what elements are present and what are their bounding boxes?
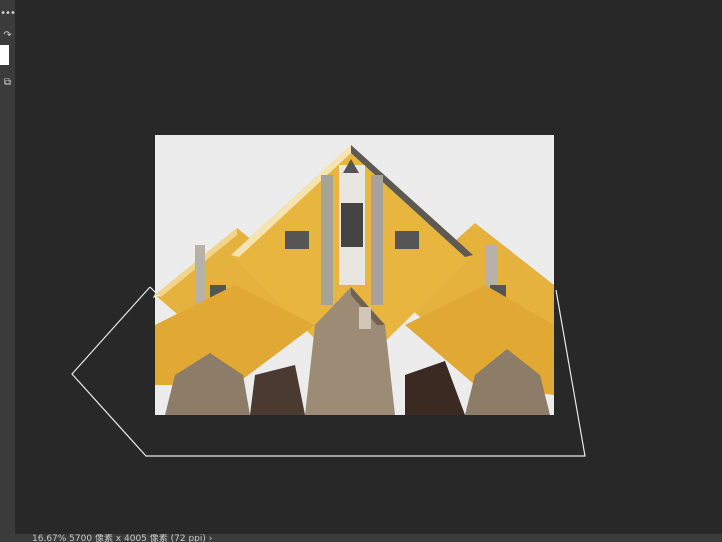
cube-houses-image[interactable] xyxy=(155,135,554,415)
background-color-swatch[interactable] xyxy=(0,45,9,65)
cube-houses-illustration xyxy=(155,135,554,415)
tools-panel: ••• ↷ ⧉ xyxy=(0,0,16,534)
photo-editor-window: ••• ↷ ⧉ 16.67% 5700 像素 x 4005 像素 (72 ppi… xyxy=(0,0,722,542)
more-tools-icon[interactable]: ••• xyxy=(0,8,16,20)
swap-colors-icon[interactable]: ↷ xyxy=(0,30,15,42)
status-bar: 16.67% 5700 像素 x 4005 像素 (72 ppi) › xyxy=(0,534,722,542)
document-info: 16.67% 5700 像素 x 4005 像素 (72 ppi) › xyxy=(32,534,213,542)
screen-mode-icon[interactable]: ⧉ xyxy=(0,77,15,89)
